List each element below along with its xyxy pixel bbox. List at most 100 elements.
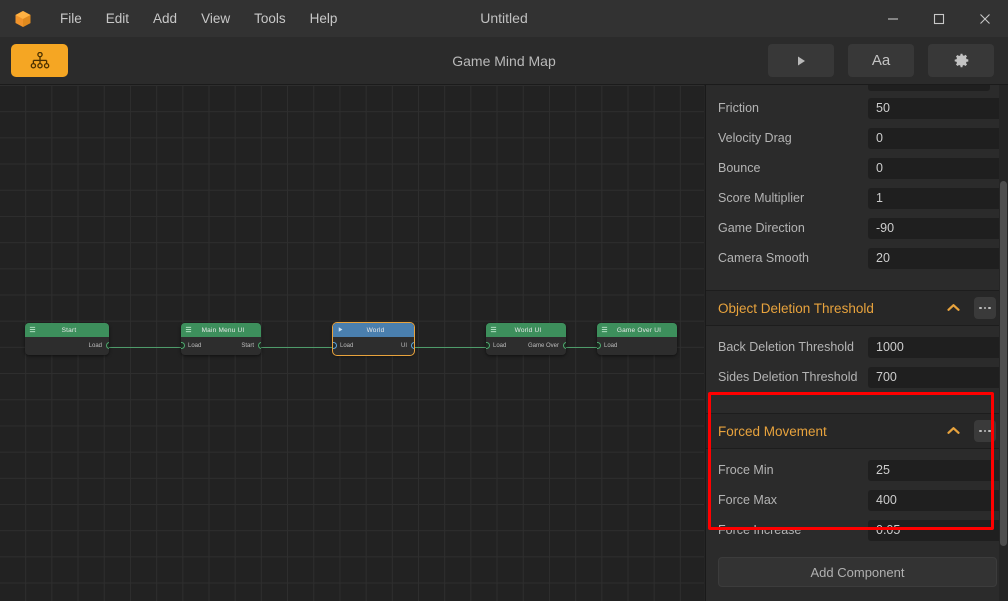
minimize-button[interactable]	[870, 0, 916, 37]
score-multiplier-input[interactable]	[868, 187, 1008, 209]
node-body: Load	[597, 337, 677, 355]
port-label: Start	[241, 342, 254, 349]
close-icon	[980, 13, 990, 24]
property-row-velocity-drag: Velocity Drag	[706, 123, 1008, 153]
section-menu-button[interactable]	[974, 297, 996, 319]
panel-scrollbar-thumb[interactable]	[1000, 181, 1007, 546]
force-increase-input[interactable]	[868, 519, 1008, 541]
property-label: Bounce	[718, 161, 761, 175]
close-button[interactable]	[962, 0, 1008, 37]
port-label: UI	[401, 342, 407, 349]
camera-smooth-input[interactable]	[868, 247, 1008, 269]
menu-item-tools[interactable]: Tools	[242, 0, 298, 37]
mind-map-canvas[interactable]: Start Load Main Menu UI Load Start World…	[0, 85, 704, 601]
node-header: World UI	[486, 323, 566, 337]
connection-start-to-mainmenu	[106, 347, 186, 349]
property-label: Camera Smooth	[718, 251, 810, 265]
property-row-force-increase: Force Increase	[706, 515, 1008, 545]
node-port-row[interactable]: Load	[25, 340, 109, 351]
text-style-button[interactable]: Aa	[848, 44, 914, 77]
menu-lines-icon	[185, 326, 192, 335]
property-label: Force Increase	[718, 523, 802, 537]
ellipsis-icon	[988, 429, 991, 433]
output-port[interactable]	[562, 342, 566, 349]
port-label: Game Over	[527, 342, 559, 349]
property-label: Score Multiplier	[718, 191, 805, 205]
add-component-button[interactable]: Add Component	[718, 557, 997, 587]
properties-panel: Friction Velocity Drag Bounce Score Mult…	[705, 85, 1008, 601]
force-max-input[interactable]	[868, 489, 1008, 511]
menu-lines-icon	[490, 326, 497, 335]
connection-worldui-to-gameoverui	[563, 347, 601, 349]
node-start[interactable]: Start Load	[25, 323, 109, 355]
menu-item-add[interactable]: Add	[141, 0, 189, 37]
window-controls	[870, 0, 1008, 37]
maximize-button[interactable]	[916, 0, 962, 37]
node-world[interactable]: World Load UI	[332, 322, 415, 356]
application-window: File Edit Add View Tools Help Untitled G…	[0, 0, 1008, 601]
menu-item-view[interactable]: View	[189, 0, 242, 37]
output-port[interactable]	[105, 342, 109, 349]
property-row-friction: Friction	[706, 93, 1008, 123]
property-row-force-max: Force Max	[706, 485, 1008, 515]
ellipsis-icon	[983, 306, 987, 310]
node-port-row[interactable]: Load UI	[333, 340, 414, 351]
node-port-row[interactable]: Load Start	[181, 340, 261, 351]
section-body: Back Deletion Threshold Sides Deletion T…	[706, 326, 1008, 400]
gear-icon	[954, 53, 968, 68]
play-small-icon	[337, 326, 344, 335]
section-header[interactable]: Forced Movement	[706, 413, 1008, 449]
input-port[interactable]	[181, 342, 185, 349]
app-logo-icon	[14, 10, 32, 28]
menu-item-file[interactable]: File	[48, 0, 94, 37]
property-label: Back Deletion Threshold	[718, 340, 854, 354]
back-deletion-threshold-input[interactable]	[868, 336, 1008, 358]
connection-mainmenu-to-world	[258, 347, 336, 349]
play-button[interactable]	[768, 44, 834, 77]
section-title: Forced Movement	[718, 423, 827, 439]
sides-deletion-threshold-input[interactable]	[868, 366, 1008, 388]
input-port[interactable]	[333, 342, 337, 349]
input-port[interactable]	[486, 342, 490, 349]
node-port-row[interactable]: Load	[597, 340, 677, 351]
property-row-bounce: Bounce	[706, 153, 1008, 183]
output-port[interactable]	[410, 342, 414, 349]
property-row-back-deletion-threshold: Back Deletion Threshold	[706, 332, 1008, 362]
property-row-score-multiplier: Score Multiplier	[706, 183, 1008, 213]
input-port[interactable]	[597, 342, 601, 349]
ellipsis-icon	[979, 306, 982, 310]
text-style-label: Aa	[871, 52, 891, 69]
settings-button[interactable]	[928, 44, 994, 77]
property-row-camera-smooth: Camera Smooth	[706, 243, 1008, 273]
friction-input[interactable]	[868, 97, 1008, 119]
section-header[interactable]: Object Deletion Threshold	[706, 290, 1008, 326]
node-main-menu-ui[interactable]: Main Menu UI Load Start	[181, 323, 261, 355]
bounce-input[interactable]	[868, 157, 1008, 179]
property-label: Velocity Drag	[718, 131, 792, 145]
node-body: Load	[25, 337, 109, 355]
output-port[interactable]	[257, 342, 261, 349]
panel-scrollbar[interactable]	[999, 85, 1008, 601]
node-title: Main Menu UI	[201, 326, 245, 334]
property-label: Game Direction	[718, 221, 805, 235]
menu-item-help[interactable]: Help	[298, 0, 350, 37]
froce-min-input[interactable]	[868, 459, 1008, 481]
velocity-drag-input[interactable]	[868, 127, 1008, 149]
property-row-sides-deletion-threshold: Sides Deletion Threshold	[706, 362, 1008, 392]
chevron-up-icon[interactable]	[947, 422, 960, 440]
node-game-over-ui[interactable]: Game Over UI Load	[597, 323, 677, 355]
port-label: Load	[493, 342, 507, 349]
node-title: World UI	[514, 326, 542, 334]
node-world-ui[interactable]: World UI Load Game Over	[486, 323, 566, 355]
node-header: Start	[25, 323, 109, 337]
connection-world-to-worldui	[411, 347, 489, 349]
menu-item-edit[interactable]: Edit	[94, 0, 141, 37]
game-direction-input[interactable]	[868, 217, 1008, 239]
chevron-up-icon[interactable]	[947, 299, 960, 317]
section-menu-button[interactable]	[974, 420, 996, 442]
port-label: Load	[604, 342, 618, 349]
node-body: Load Game Over	[486, 337, 566, 355]
maximize-icon	[933, 13, 945, 24]
clipped-property-field[interactable]	[868, 85, 990, 91]
node-port-row[interactable]: Load Game Over	[486, 340, 566, 351]
